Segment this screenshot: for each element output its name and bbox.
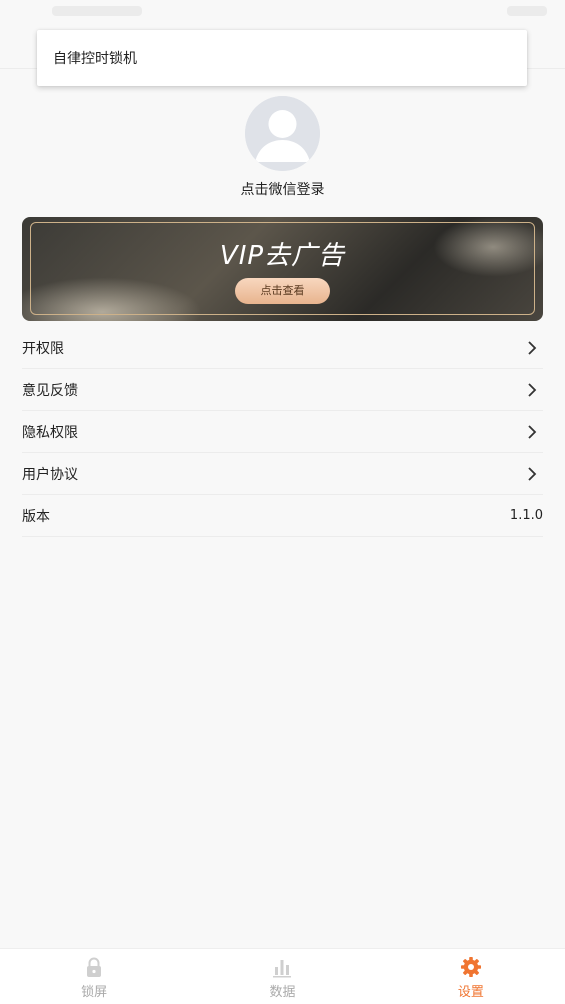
chevron-right-icon [525,340,539,355]
chevron-right-icon [525,382,539,397]
vip-title: VIP去广告 [219,241,346,271]
menu-item-label: 隐私权限 [22,424,78,441]
settings-menu: 开权限 意见反馈 隐私权限 用户协议 版本 1.1.0 [22,327,543,537]
chevron-right-icon [525,424,539,439]
menu-item-feedback[interactable]: 意见反馈 [22,369,543,411]
menu-item-version: 版本 1.1.0 [22,495,543,537]
app-title-popup[interactable]: 自律控时锁机 [37,30,527,86]
bar-chart-icon [271,956,293,978]
nav-label: 设置 [457,984,484,1000]
vip-banner[interactable]: VIP去广告 点击查看 [22,217,543,321]
gear-icon [460,956,482,978]
menu-item-permissions[interactable]: 开权限 [22,327,543,369]
menu-item-label: 意见反馈 [22,382,78,399]
menu-item-privacy[interactable]: 隐私权限 [22,411,543,453]
wechat-login-link[interactable]: 点击微信登录 [0,179,565,199]
nav-label: 锁屏 [81,984,108,1000]
nav-item-settings[interactable]: 设置 [377,949,565,1004]
status-bar-left [52,6,142,16]
default-avatar-icon [245,96,320,171]
menu-item-label: 用户协议 [22,466,78,483]
nav-item-lock-screen[interactable]: 锁屏 [0,949,188,1004]
bottom-nav: 锁屏 数据 设置 [0,948,565,1004]
status-bar-right [507,6,547,16]
avatar[interactable] [245,96,320,171]
vip-view-button[interactable]: 点击查看 [235,278,330,304]
nav-item-data[interactable]: 数据 [188,949,376,1004]
version-value: 1.1.0 [509,508,543,523]
popup-title: 自律控时锁机 [53,51,137,67]
menu-item-user-agreement[interactable]: 用户协议 [22,453,543,495]
lock-icon [83,956,105,978]
nav-label: 数据 [269,984,296,1000]
status-bar [0,0,565,22]
menu-item-label: 开权限 [22,340,64,357]
chevron-right-icon [525,466,539,481]
menu-item-label: 版本 [22,508,50,525]
